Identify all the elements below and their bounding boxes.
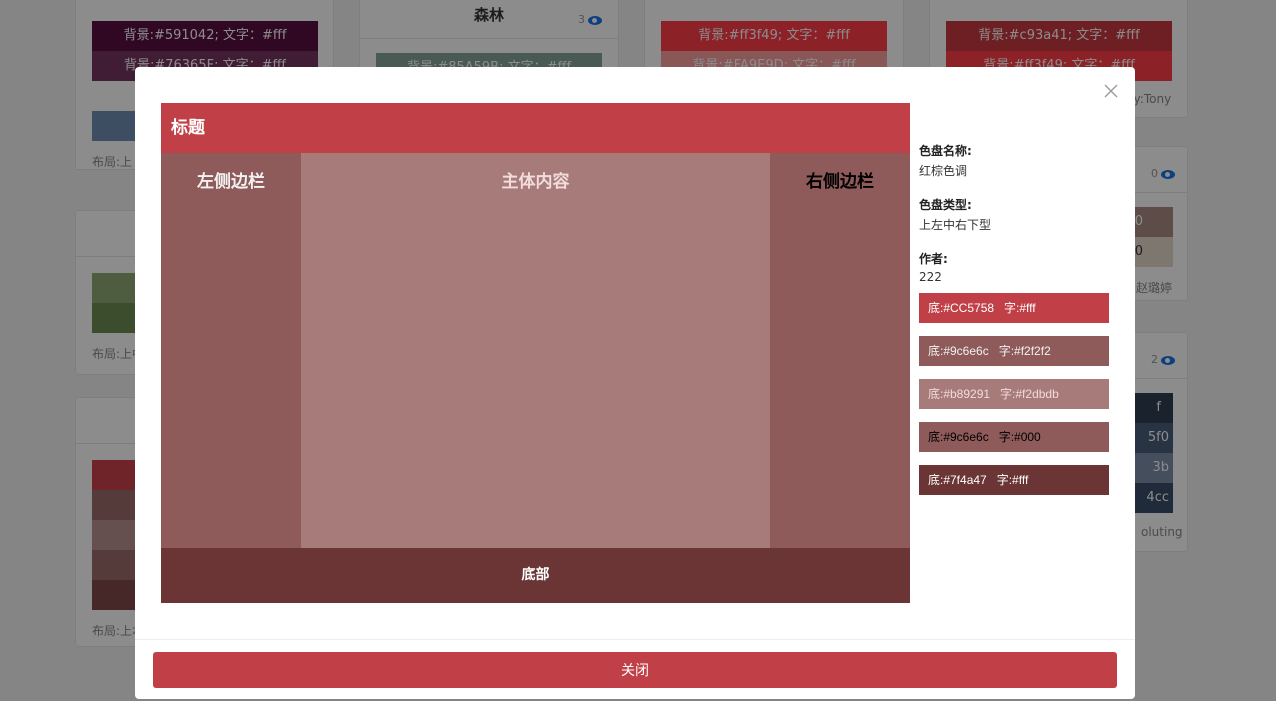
palette-type-value: 上左中右下型 — [919, 218, 992, 232]
preview-right-sidebar: 右侧边栏 — [770, 153, 910, 548]
color-item: 底:#b89291 字:#f2dbdb — [919, 379, 1109, 409]
palette-info: 色盘名称: 红棕色调 色盘类型: 上左中右下型 作者: 222 — [919, 142, 1119, 301]
close-button[interactable]: 关闭 — [153, 652, 1117, 688]
color-list: 底:#CC5758 字:#fff 底:#9c6e6c 字:#f2f2f2 底:#… — [919, 293, 1109, 508]
palette-detail-modal: 标题 左侧边栏 主体内容 右侧边栏 底部 色盘名称: 红棕色调 色盘类型: 上左… — [135, 67, 1135, 699]
color-item: 底:#CC5758 字:#fff — [919, 293, 1109, 323]
modal-divider — [135, 639, 1135, 640]
palette-name-value: 红棕色调 — [919, 164, 968, 178]
author-value: 222 — [919, 270, 942, 284]
palette-type-label: 色盘类型: — [919, 198, 972, 212]
color-item: 底:#9c6e6c 字:#000 — [919, 422, 1109, 452]
author-label: 作者: — [919, 252, 948, 266]
palette-name-label: 色盘名称: — [919, 144, 972, 158]
preview-footer: 底部 — [161, 548, 910, 603]
preview-main-content: 主体内容 — [301, 153, 770, 548]
layout-preview: 标题 左侧边栏 主体内容 右侧边栏 底部 — [161, 103, 910, 603]
preview-left-sidebar: 左侧边栏 — [161, 153, 301, 548]
color-item: 底:#9c6e6c 字:#f2f2f2 — [919, 336, 1109, 366]
preview-header: 标题 — [161, 103, 910, 153]
close-icon[interactable] — [1101, 81, 1121, 101]
color-item: 底:#7f4a47 字:#fff — [919, 465, 1109, 495]
